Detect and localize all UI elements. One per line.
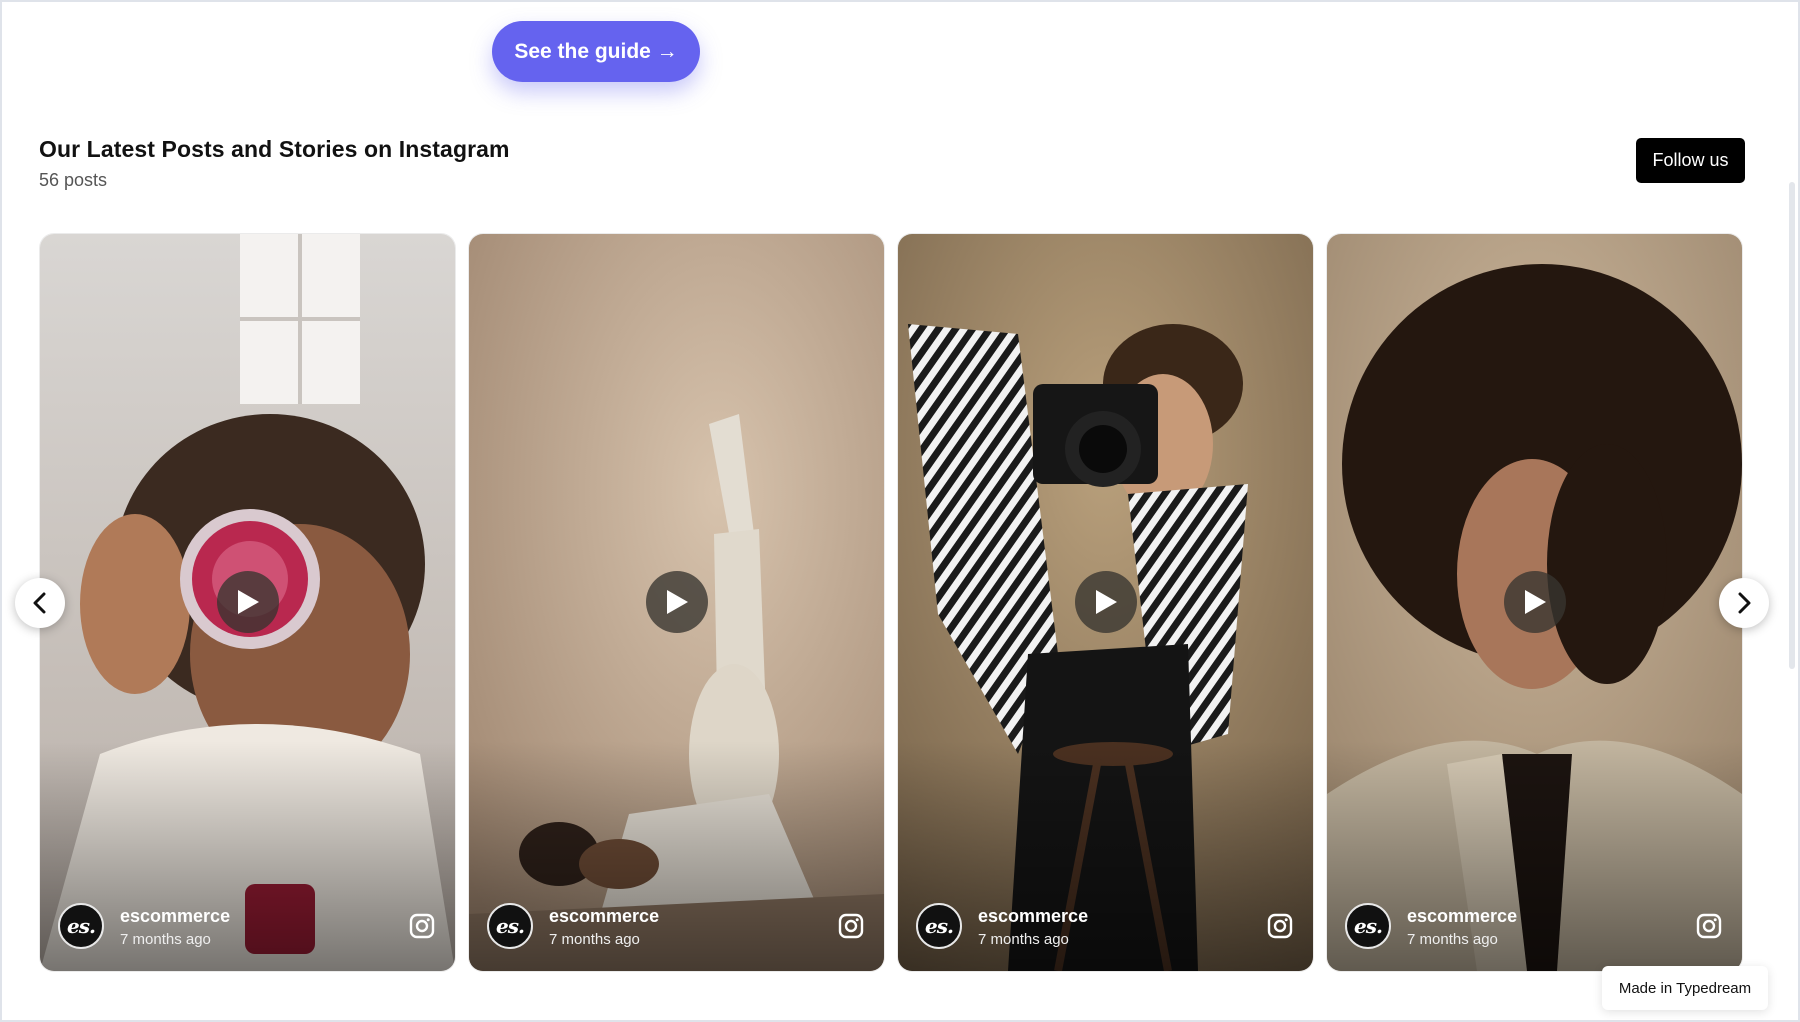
see-the-guide-button[interactable]: See the guide → bbox=[492, 21, 700, 82]
account-name[interactable]: escommerce bbox=[978, 906, 1088, 927]
instagram-icon[interactable] bbox=[1267, 913, 1293, 939]
instagram-post-card[interactable]: es. escommerce 7 months ago bbox=[40, 234, 455, 971]
previous-arrow-button[interactable] bbox=[15, 578, 65, 628]
made-in-typedream-badge[interactable]: Made in Typedream bbox=[1602, 966, 1768, 1010]
avatar[interactable]: es. bbox=[916, 903, 962, 949]
account-name[interactable]: escommerce bbox=[549, 906, 659, 927]
post-time: 7 months ago bbox=[978, 931, 1069, 948]
post-count: 56 posts bbox=[39, 170, 108, 190]
chevron-right-icon bbox=[1738, 592, 1751, 614]
account-name[interactable]: escommerce bbox=[1407, 906, 1517, 927]
avatar[interactable]: es. bbox=[487, 903, 533, 949]
post-time: 7 months ago bbox=[1407, 931, 1498, 948]
post-footer: es. escommerce 7 months ago bbox=[916, 903, 1295, 953]
play-icon[interactable] bbox=[646, 571, 708, 633]
follow-us-button[interactable]: Follow us bbox=[1636, 138, 1745, 183]
post-time: 7 months ago bbox=[120, 931, 211, 948]
play-icon[interactable] bbox=[1504, 571, 1566, 633]
feed-title: Our Latest Posts and Stories on Instagra… bbox=[39, 136, 510, 162]
instagram-icon[interactable] bbox=[409, 913, 435, 939]
post-footer: es. escommerce 7 months ago bbox=[487, 903, 866, 953]
account-name[interactable]: escommerce bbox=[120, 906, 230, 927]
scrollbar[interactable] bbox=[1789, 182, 1795, 669]
avatar[interactable]: es. bbox=[58, 903, 104, 949]
instagram-post-card[interactable]: es. escommerce 7 months ago bbox=[898, 234, 1313, 971]
instagram-post-card[interactable]: es. escommerce 7 months ago bbox=[1327, 234, 1742, 971]
instagram-icon[interactable] bbox=[1696, 913, 1722, 939]
avatar[interactable]: es. bbox=[1345, 903, 1391, 949]
post-footer: es. escommerce 7 months ago bbox=[58, 903, 437, 953]
next-arrow-button[interactable] bbox=[1719, 578, 1769, 628]
play-icon[interactable] bbox=[1075, 571, 1137, 633]
post-time: 7 months ago bbox=[549, 931, 640, 948]
instagram-icon[interactable] bbox=[838, 913, 864, 939]
instagram-post-card[interactable]: es. escommerce 7 months ago bbox=[469, 234, 884, 971]
post-footer: es. escommerce 7 months ago bbox=[1345, 903, 1724, 953]
play-icon[interactable] bbox=[217, 571, 279, 633]
chevron-left-icon bbox=[33, 592, 46, 614]
